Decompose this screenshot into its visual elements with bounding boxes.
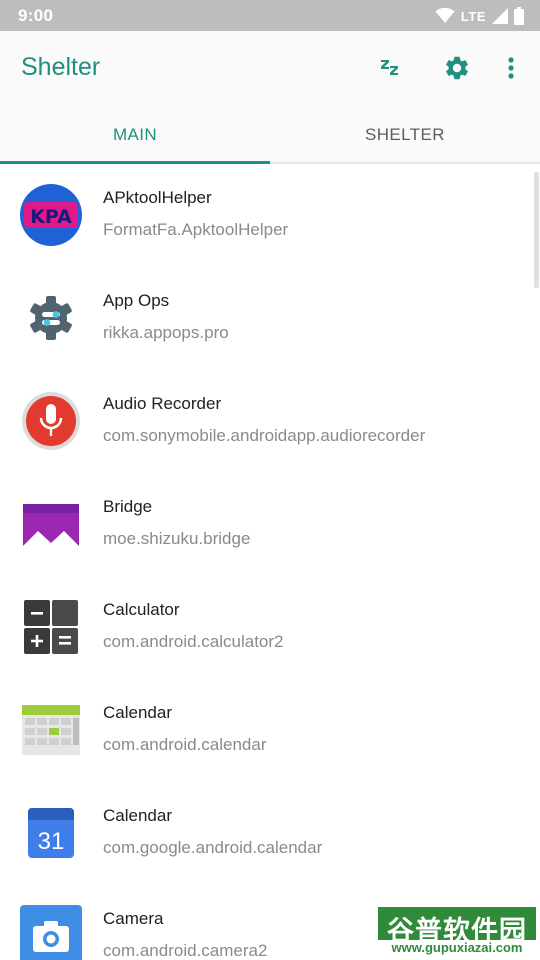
app-list[interactable]: KPA APktoolHelper FormatFa.ApktoolHelper… (0, 164, 540, 960)
app-list-item[interactable]: Calculator com.android.calculator2 (0, 576, 540, 679)
app-package: com.android.calculator2 (103, 632, 284, 651)
app-list-item[interactable]: Audio Recorder com.sonymobile.androidapp… (0, 370, 540, 473)
tab-main[interactable]: MAIN (0, 105, 270, 164)
scrollbar[interactable] (534, 172, 539, 288)
app-name: Audio Recorder (103, 394, 222, 413)
settings-button[interactable] (437, 48, 477, 88)
google-calendar-icon: 31 (28, 808, 74, 858)
apktoolhelper-icon-text: KPA (30, 206, 72, 228)
app-package: moe.shizuku.bridge (103, 529, 251, 548)
signal-icon (492, 8, 508, 24)
network-type-label: LTE (460, 8, 486, 24)
more-vert-icon (508, 57, 514, 79)
gear-icon (446, 56, 468, 80)
google-calendar-icon-text: 31 (38, 828, 65, 855)
sleep-zz-icon (381, 60, 398, 75)
more-options-button[interactable] (491, 48, 531, 88)
app-package: com.android.calendar (103, 735, 267, 754)
watermark-url: www.gupuxiazai.com (378, 940, 536, 956)
app-title: Shelter (21, 53, 101, 81)
battery-icon (514, 7, 524, 25)
app-list-item[interactable]: Calendar com.android.calendar (0, 679, 540, 782)
app-list-item[interactable]: 31 Calendar com.google.android.calendar (0, 782, 540, 885)
app-name: Bridge (103, 497, 153, 516)
app-list-item[interactable]: KPA APktoolHelper FormatFa.ApktoolHelper (0, 164, 540, 267)
app-ops-gear-icon (20, 287, 82, 349)
app-package: com.android.camera2 (103, 941, 268, 960)
status-icons: LTE (435, 5, 524, 27)
tab-shelter[interactable]: SHELTER (270, 105, 540, 164)
app-name: Calendar (103, 703, 172, 722)
tab-bar: MAIN SHELTER (0, 105, 540, 164)
calendar-grid-icon (22, 705, 80, 755)
app-name: Calendar (103, 806, 172, 825)
app-package: com.google.android.calendar (103, 838, 323, 857)
app-name: App Ops (103, 291, 170, 310)
calculator-icon (24, 600, 78, 654)
camera-icon (20, 905, 82, 960)
status-bar: 9:00 LTE (0, 0, 540, 31)
sleep-button[interactable] (370, 48, 410, 88)
app-list-item[interactable]: App Ops rikka.appops.pro (0, 267, 540, 370)
bridge-icon (23, 504, 79, 546)
app-name: Calculator (103, 600, 180, 619)
app-list-item[interactable]: Bridge moe.shizuku.bridge (0, 473, 540, 576)
microphone-icon (22, 392, 80, 450)
wifi-icon (435, 8, 455, 23)
app-package: com.sonymobile.androidapp.audiorecorder (103, 426, 426, 445)
app-package: rikka.appops.pro (103, 323, 229, 342)
app-package: FormatFa.ApktoolHelper (103, 220, 289, 239)
app-name: APktoolHelper (103, 188, 212, 207)
app-name: Camera (103, 909, 164, 928)
status-time: 9:00 (18, 6, 54, 25)
apktoolhelper-icon: KPA (20, 184, 82, 246)
app-bar: Shelter (0, 31, 540, 105)
watermark-logo: 谷普软件园 www.gupuxiazai.com (376, 905, 538, 958)
